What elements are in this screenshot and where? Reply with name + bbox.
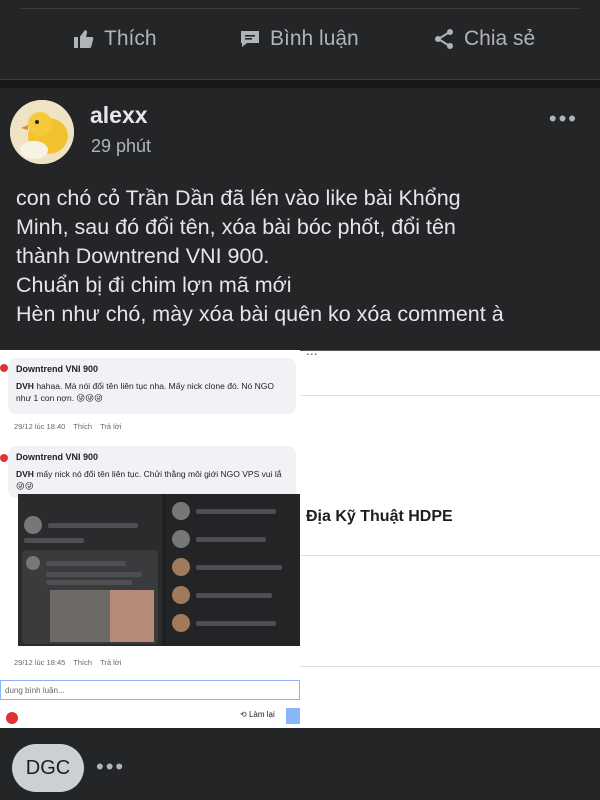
embedded-comment-author: Downtrend VNI 900: [16, 364, 99, 374]
share-label: Chia sẻ: [464, 27, 536, 50]
embedded-comment-2: Downtrend VNI 900 DVH mấy nick nó đổi tê…: [8, 446, 296, 498]
embedded-comment-meta: 29/12 lúc 18:40 Thích Trả lời: [14, 422, 122, 431]
cut-text: ...: [306, 350, 318, 358]
post-line: thành Downtrend VNI 900.: [16, 244, 270, 268]
dark-chat-right: [166, 494, 300, 646]
post-timestamp[interactable]: 29 phút: [91, 136, 151, 157]
avatar-dot: [0, 364, 8, 372]
post-line: Hèn như chó, mày xóa bài quên ko xóa com…: [16, 302, 504, 326]
cut-header: ...: [300, 350, 600, 396]
comment-button[interactable]: Bình luận: [238, 27, 359, 51]
post-line: con chó cỏ Trần Dần đã lén vào like bài …: [16, 186, 461, 210]
photo-thumbnail: [50, 590, 110, 642]
like-button[interactable]: Thích: [72, 27, 157, 51]
avatar[interactable]: [10, 100, 74, 164]
comment-label: Bình luận: [270, 27, 359, 50]
user-initials-avatar[interactable]: DGC: [12, 744, 84, 792]
share-icon: [435, 29, 453, 49]
post-line: Chuẩn bị đi chim lợn mã mới: [16, 273, 292, 297]
comment-icon: [241, 31, 259, 47]
embedded-comment-meta: 29/12 lúc 18:45 Thích Trả lời: [14, 658, 122, 667]
avatar-dot: [6, 712, 18, 724]
embedded-comment-1: Downtrend VNI 900 DVH hahaa. Mà nói đổi …: [8, 358, 296, 414]
attached-screenshot-left[interactable]: Downtrend VNI 900 DVH hahaa. Mà nói đổi …: [0, 350, 300, 728]
more-options-icon[interactable]: •••: [549, 106, 578, 132]
embedded-reply-input: dung bình luận...: [0, 680, 300, 700]
photo-thumbnail: [110, 590, 154, 642]
embedded-dark-screenshot: [18, 494, 300, 646]
attached-screenshot-right[interactable]: ... Địa Kỹ Thuật HDPE: [300, 350, 600, 728]
more-options-icon[interactable]: •••: [96, 754, 125, 780]
divider: [300, 666, 600, 667]
share-button[interactable]: Chia sẻ: [432, 27, 535, 51]
like-label: Thích: [104, 27, 157, 50]
comment-footer: DGC •••: [0, 728, 600, 800]
embedded-comment-text: DVH hahaa. Mà nói đổi tên liên tục nha. …: [16, 381, 274, 403]
author-name[interactable]: alexx: [90, 102, 148, 129]
post-action-bar: Thích Bình luận Chia sẻ: [0, 0, 600, 80]
post-line: Minh, sau đó đổi tên, xóa bài bóc phốt, …: [16, 215, 456, 239]
thumbs-up-icon: [74, 30, 94, 48]
embedded-comment-text: DVH mấy nick nó đổi tên liên tục. Chửi t…: [16, 469, 282, 491]
avatar-dot: [0, 454, 8, 462]
divider: [300, 555, 600, 556]
refresh-label: ⟲ Làm lại: [240, 710, 275, 719]
send-icon: [286, 708, 300, 724]
embedded-comment-author: Downtrend VNI 900: [16, 452, 99, 462]
dark-chat-left: [18, 494, 162, 646]
dark-chat-card: [22, 550, 158, 644]
divider: [20, 8, 580, 9]
comment-post: alexx 29 phút ••• con chó cỏ Trần Dần đã…: [0, 88, 600, 350]
chick-avatar-icon: [10, 100, 74, 164]
section-gap: [0, 80, 600, 88]
product-title: Địa Kỹ Thuật HDPE: [306, 508, 453, 525]
post-body: con chó cỏ Trần Dần đã lén vào like bài …: [16, 184, 591, 329]
